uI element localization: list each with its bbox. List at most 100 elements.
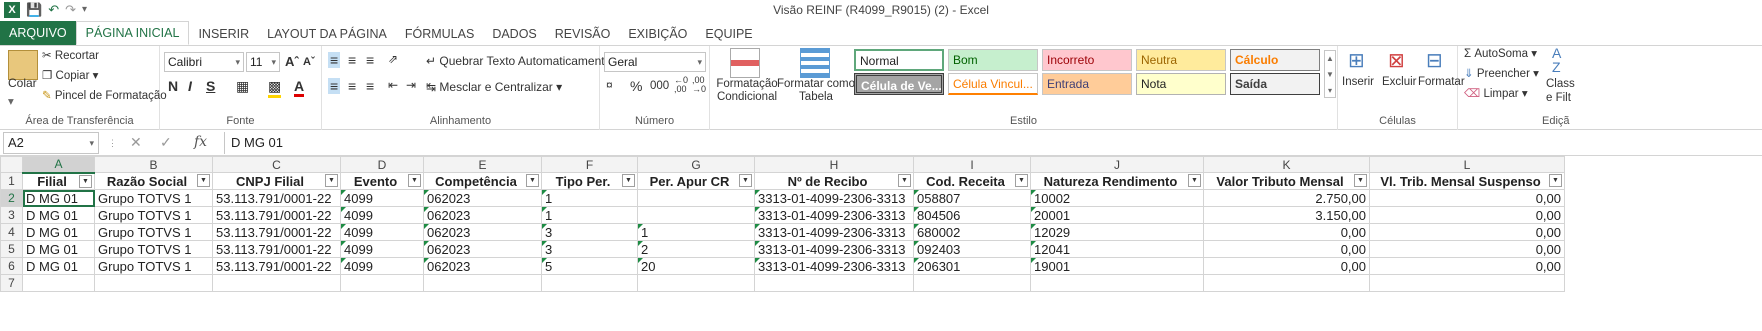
paste-button[interactable]: Colar [8, 76, 37, 90]
sort-filter-button[interactable]: Class [1546, 78, 1575, 90]
column-header-c[interactable]: C [212, 156, 341, 173]
table-cell[interactable]: 058807 [913, 189, 1031, 207]
table-cell[interactable]: 4099 [340, 206, 424, 224]
styles-scroll-icon[interactable]: ▲ ▼ ▾ [1324, 50, 1336, 98]
table-cell[interactable]: 3313-01-4099-2306-3313 [754, 189, 914, 207]
table-cell[interactable]: 0,00 [1369, 189, 1565, 207]
filter-button[interactable]: ▼ [1549, 174, 1562, 187]
insert-function-button[interactable]: fx [194, 134, 207, 150]
table-cell[interactable]: 3313-01-4099-2306-3313 [754, 223, 914, 241]
table-cell[interactable]: 5 [541, 257, 638, 275]
thousands-button[interactable]: 000 [650, 80, 669, 92]
increase-indent-icon[interactable]: ⇥ [406, 78, 416, 92]
row-header[interactable]: 3 [0, 206, 23, 224]
tab-file[interactable]: ARQUIVO [0, 21, 76, 45]
table-cell[interactable] [22, 274, 95, 292]
style-linked-cell[interactable]: Célula Vincul... [948, 73, 1038, 95]
filter-button[interactable]: ▼ [325, 174, 338, 187]
table-cell[interactable] [637, 206, 755, 224]
table-cell[interactable]: Grupo TOTVS 1 [94, 189, 213, 207]
table-cell[interactable]: 2 [637, 240, 755, 258]
style-normal[interactable]: Normal [854, 49, 944, 71]
table-cell[interactable]: 3313-01-4099-2306-3313 [754, 240, 914, 258]
table-cell[interactable]: 062023 [423, 206, 542, 224]
shrink-font-icon[interactable]: Aˇ [303, 56, 315, 68]
grow-font-icon[interactable]: Aˆ [285, 54, 299, 69]
style-note[interactable]: Nota [1136, 73, 1226, 95]
table-cell[interactable]: 0,00 [1203, 257, 1370, 275]
row-header[interactable]: 5 [0, 240, 23, 258]
decrease-decimal-icon[interactable]: ,00 →0 [692, 76, 706, 94]
font-size-select[interactable]: 11 ▾ [246, 52, 280, 72]
table-cell[interactable]: 062023 [423, 189, 542, 207]
column-header-e[interactable]: E [423, 156, 542, 173]
table-cell[interactable]: 4099 [340, 240, 424, 258]
filter-button[interactable]: ▼ [79, 174, 92, 188]
column-header-l[interactable]: L [1369, 156, 1565, 173]
table-cell[interactable]: 0,00 [1369, 240, 1565, 258]
table-cell[interactable] [913, 274, 1031, 292]
fill-color-icon[interactable]: ▩ [268, 78, 282, 98]
table-cell[interactable] [423, 274, 542, 292]
table-header-cell[interactable]: Cod. Receita ▼ [913, 172, 1031, 190]
table-cell[interactable]: 4099 [340, 223, 424, 241]
table-header-cell[interactable]: Competência ▼ [423, 172, 542, 190]
table-cell[interactable]: 062023 [423, 240, 542, 258]
table-cell[interactable]: 12029 [1030, 223, 1204, 241]
format-as-table-button[interactable]: Formatar como Tabela [776, 78, 856, 104]
row-header[interactable]: 1 [0, 172, 23, 190]
table-cell[interactable]: 20001 [1030, 206, 1204, 224]
decrease-indent-icon[interactable]: ⇤ [388, 78, 398, 92]
table-cell[interactable]: 19001 [1030, 257, 1204, 275]
select-all-corner[interactable] [0, 156, 23, 173]
table-cell[interactable]: D MG 01 [22, 189, 95, 207]
row-header[interactable]: 4 [0, 223, 23, 241]
table-cell[interactable]: 804506 [913, 206, 1031, 224]
table-header-cell[interactable]: Valor Tributo Mensal ▼ [1203, 172, 1370, 190]
table-cell[interactable]: 3 [541, 240, 638, 258]
increase-decimal-icon[interactable]: ←0,00 [674, 76, 688, 94]
column-header-d[interactable]: D [340, 156, 424, 173]
orientation-icon[interactable]: ⇗ [388, 52, 398, 66]
bold-button[interactable]: N [168, 78, 178, 94]
table-cell[interactable]: 4099 [340, 189, 424, 207]
tab-insert[interactable]: INSERIR [189, 23, 258, 45]
tab-review[interactable]: REVISÃO [546, 23, 620, 45]
table-cell[interactable]: 53.113.791/0001-22 [212, 240, 341, 258]
wrap-text-button[interactable]: ↵ Quebrar Texto Automaticamente [426, 54, 611, 68]
table-header-cell[interactable]: Filial ▼ [22, 172, 95, 190]
tab-home[interactable]: PÁGINA INICIAL [75, 21, 190, 45]
table-cell[interactable]: D MG 01 [22, 257, 95, 275]
style-check-cell[interactable]: Célula de Ve... [854, 73, 944, 95]
column-header-g[interactable]: G [637, 156, 755, 173]
number-format-select[interactable]: Geral ▾ [604, 52, 706, 72]
table-cell[interactable]: Grupo TOTVS 1 [94, 223, 213, 241]
table-header-cell[interactable]: Tipo Per. ▼ [541, 172, 638, 190]
table-cell[interactable]: 12041 [1030, 240, 1204, 258]
row-header[interactable]: 7 [0, 274, 23, 292]
align-bottom-icon[interactable]: ≡ [366, 52, 374, 68]
merge-center-button[interactable]: ↹ Mesclar e Centralizar ▾ [426, 80, 562, 94]
copy-button[interactable]: ❐ Copiar ▾ [42, 68, 98, 82]
table-cell[interactable]: 53.113.791/0001-22 [212, 223, 341, 241]
percent-button[interactable]: % [630, 78, 642, 94]
table-header-cell[interactable]: Evento ▼ [340, 172, 424, 190]
table-header-cell[interactable]: Per. Apur CR ▼ [637, 172, 755, 190]
table-cell[interactable]: 680002 [913, 223, 1031, 241]
align-right-icon[interactable]: ≡ [366, 78, 374, 94]
table-header-cell[interactable]: Vl. Trib. Mensal Suspenso ▼ [1369, 172, 1565, 190]
column-header-h[interactable]: H [754, 156, 914, 173]
paste-dropdown-icon[interactable]: ▾ [8, 94, 14, 108]
tab-page-layout[interactable]: LAYOUT DA PÁGINA [258, 23, 396, 45]
table-cell[interactable] [1030, 274, 1204, 292]
font-color-icon[interactable]: A [294, 78, 305, 97]
table-cell[interactable]: 092403 [913, 240, 1031, 258]
autosum-button[interactable]: Σ AutoSoma ▾ [1464, 46, 1537, 60]
table-cell[interactable]: 3313-01-4099-2306-3313 [754, 206, 914, 224]
column-header-k[interactable]: K [1203, 156, 1370, 173]
table-header-cell[interactable]: CNPJ Filial ▼ [212, 172, 341, 190]
table-cell[interactable]: 20 [637, 257, 755, 275]
table-cell[interactable]: 0,00 [1203, 223, 1370, 241]
table-cell[interactable]: 062023 [423, 223, 542, 241]
cancel-icon[interactable]: ✕ [130, 134, 142, 151]
